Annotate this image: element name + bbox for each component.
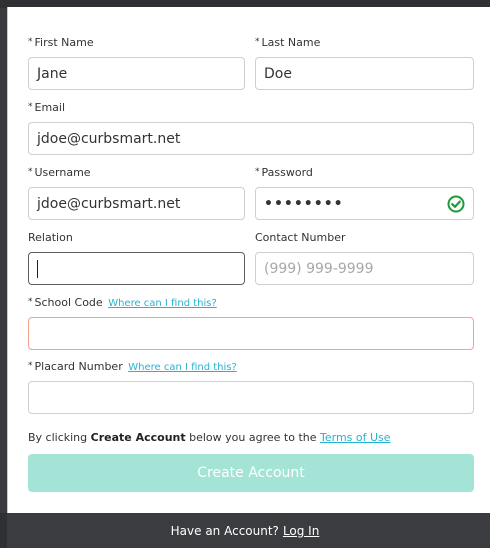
contact-number-label: Contact Number: [255, 231, 346, 244]
contact-number-field[interactable]: (999) 999-9999: [255, 252, 474, 285]
footer-bar: Have an Account? Log In: [0, 513, 490, 548]
password-group: * Password ••••••••: [255, 166, 474, 220]
check-circle-icon: [447, 195, 465, 213]
placard-number-field[interactable]: [28, 381, 474, 414]
contact-row: Relation Contact Number (999) 999-9999: [28, 231, 474, 285]
first-name-group: * First Name Jane: [28, 36, 245, 90]
school-code-help-link[interactable]: Where can I find this?: [108, 298, 217, 309]
required-marker: *: [28, 37, 33, 47]
password-field[interactable]: ••••••••: [255, 187, 474, 220]
required-marker: *: [28, 102, 33, 112]
first-name-field[interactable]: Jane: [28, 57, 245, 90]
required-marker: *: [28, 167, 33, 177]
required-marker: *: [255, 167, 260, 177]
email-group: * Email jdoe@curbsmart.net: [28, 101, 474, 155]
placard-number-group: * Placard Number Where can I find this?: [28, 360, 474, 414]
contact-number-group: Contact Number (999) 999-9999: [255, 231, 474, 285]
credentials-row: * Username jdoe@curbsmart.net * Password •…: [28, 166, 474, 220]
email-field[interactable]: jdoe@curbsmart.net: [28, 122, 474, 155]
school-code-group: * School Code Where can I find this?: [28, 296, 474, 350]
school-code-field[interactable]: [28, 317, 474, 350]
username-label: * Username: [28, 166, 91, 179]
terms-of-use-link[interactable]: Terms of Use: [320, 431, 391, 444]
school-code-label: * School Code Where can I find this?: [28, 296, 217, 309]
placard-help-link[interactable]: Where can I find this?: [128, 362, 237, 373]
username-value: jdoe@curbsmart.net: [37, 195, 181, 212]
relation-label: Relation: [28, 231, 73, 244]
username-field[interactable]: jdoe@curbsmart.net: [28, 187, 245, 220]
last-name-label: * Last Name: [255, 36, 321, 49]
username-group: * Username jdoe@curbsmart.net: [28, 166, 245, 220]
required-marker: *: [255, 37, 260, 47]
required-marker: *: [28, 297, 33, 307]
last-name-field[interactable]: Doe: [255, 57, 474, 90]
first-name-value: Jane: [37, 65, 68, 82]
submit-row: Create Account: [28, 454, 474, 492]
log-in-link[interactable]: Log In: [283, 524, 319, 538]
relation-group: Relation: [28, 231, 245, 285]
contact-number-placeholder: (999) 999-9999: [264, 260, 374, 277]
terms-action: Create Account: [90, 431, 186, 444]
relation-field[interactable]: [28, 252, 245, 285]
required-marker: *: [28, 361, 33, 371]
name-row: * First Name Jane * Last Name Doe: [28, 36, 474, 90]
email-value: jdoe@curbsmart.net: [37, 130, 181, 147]
last-name-value: Doe: [264, 65, 292, 82]
first-name-label: * First Name: [28, 36, 94, 49]
last-name-group: * Last Name Doe: [255, 36, 474, 90]
terms-text: By clicking Create Account below you agr…: [28, 431, 391, 444]
signup-form: * First Name Jane * Last Name Doe * Email j…: [7, 7, 490, 513]
password-label: * Password: [255, 166, 313, 179]
placard-number-label: * Placard Number Where can I find this?: [28, 360, 237, 373]
password-value: ••••••••: [264, 195, 344, 212]
footer-text: Have an Account?: [170, 523, 279, 538]
create-account-button[interactable]: Create Account: [28, 454, 474, 492]
text-cursor: [37, 259, 38, 278]
email-label: * Email: [28, 101, 66, 114]
